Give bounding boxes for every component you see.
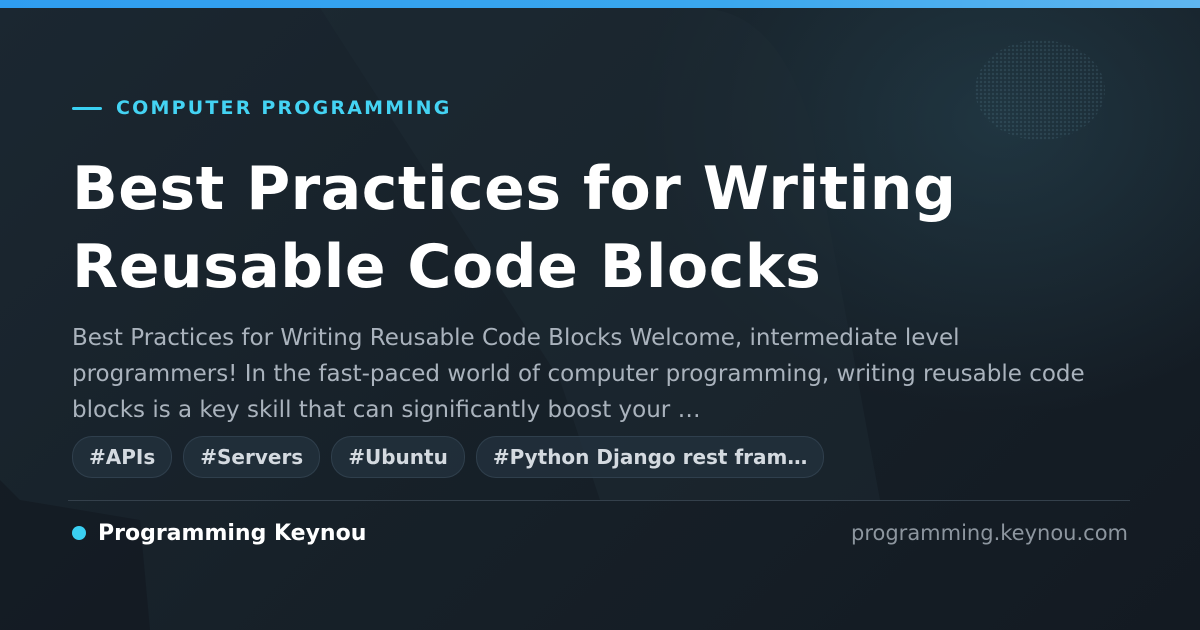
- brand-name: Programming Keynou: [98, 520, 367, 546]
- brand: Programming Keynou: [72, 518, 366, 548]
- category-eyebrow: COMPUTER PROGRAMMING: [72, 96, 452, 120]
- footer-divider: [68, 500, 1130, 501]
- category-label: COMPUTER PROGRAMMING: [116, 97, 452, 119]
- eyebrow-line: [72, 106, 102, 110]
- accent-top-bar: [0, 0, 1200, 8]
- social-share-card: COMPUTER PROGRAMMING Best Practices for …: [0, 0, 1200, 630]
- tag-servers: #Servers: [183, 436, 321, 478]
- tag-list: #APIs #Servers #Ubuntu #Python Django re…: [72, 436, 825, 478]
- post-description: Best Practices for Writing Reusable Code…: [72, 325, 1085, 423]
- tag-apis: #APIs: [72, 436, 173, 478]
- brand-dot-icon: [72, 526, 86, 540]
- tag-ubuntu: #Ubuntu: [331, 436, 465, 478]
- tag-label: #Servers: [200, 445, 304, 469]
- dot-pattern-decoration: [975, 40, 1105, 140]
- tag-python-django: #Python Django rest fram…: [475, 436, 825, 478]
- post-title: Best Practices for Writing Reusable Code…: [72, 154, 957, 302]
- tag-label: #Ubuntu: [348, 445, 448, 469]
- tag-label: #APIs: [89, 445, 156, 469]
- tag-label: #Python Django rest fram…: [492, 445, 808, 469]
- site-domain: programming.keynou.com: [851, 521, 1128, 545]
